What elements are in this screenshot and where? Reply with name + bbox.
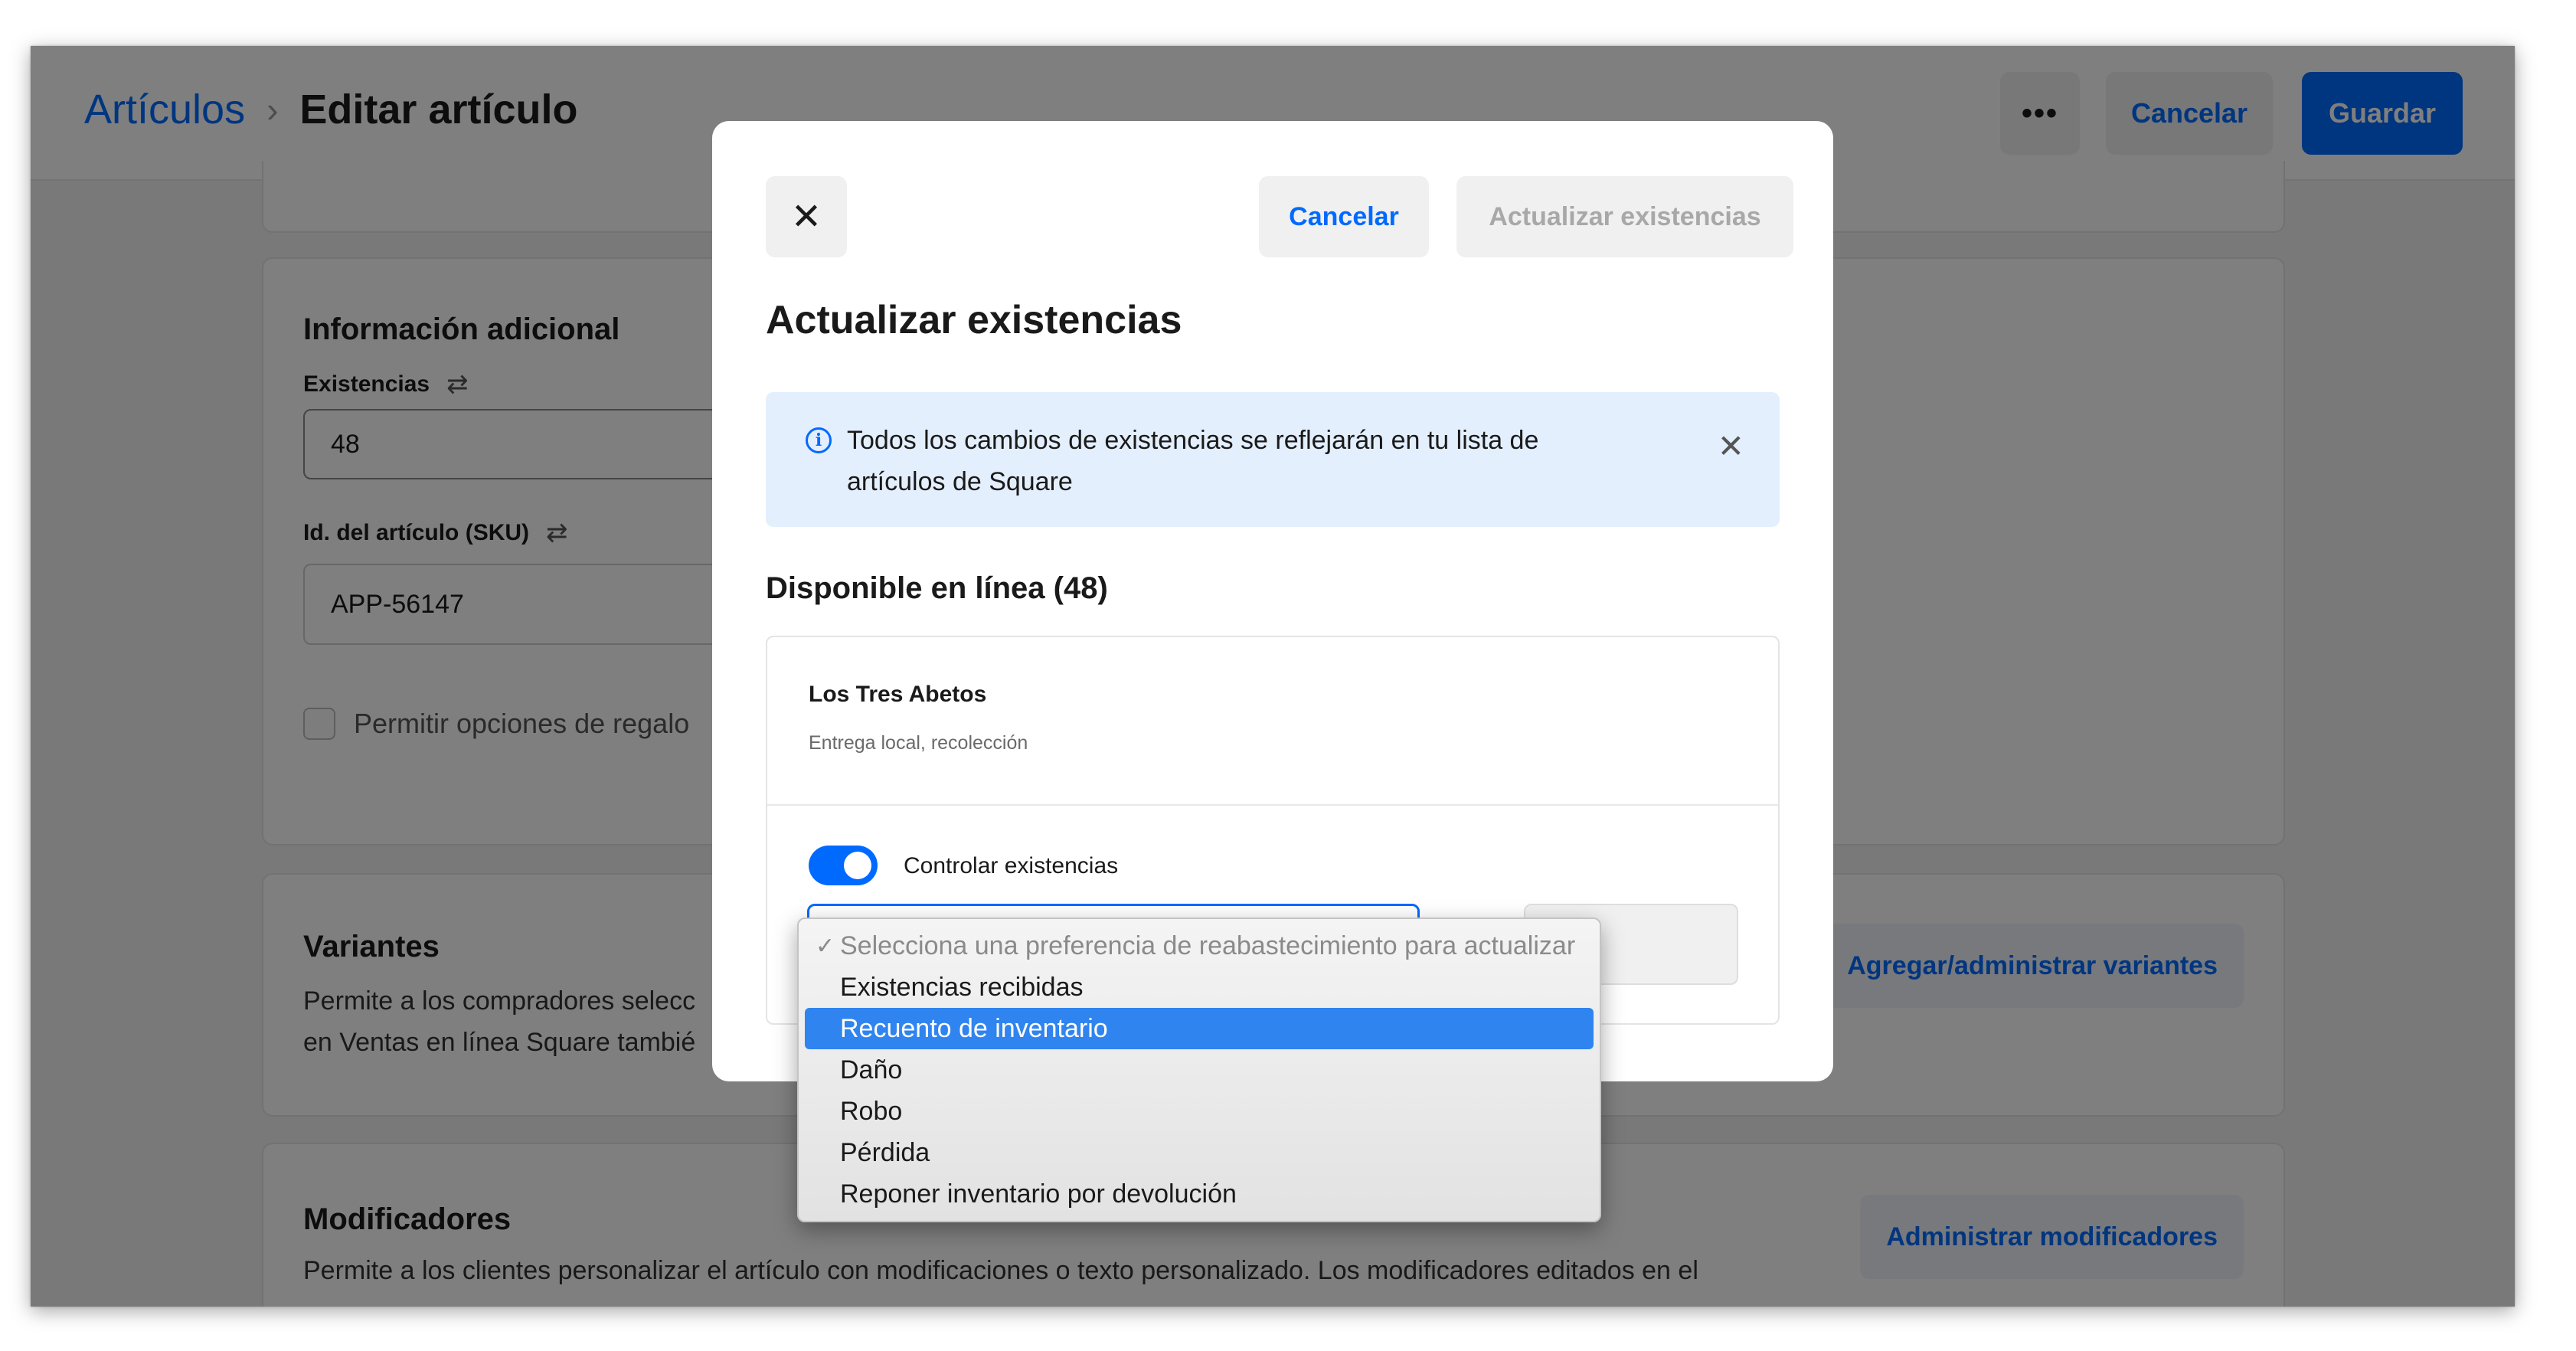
- close-icon[interactable]: ✕: [766, 176, 847, 257]
- dropdown-option-received[interactable]: Existencias recibidas: [805, 967, 1594, 1008]
- dropdown-option-inventory-count[interactable]: Recuento de inventario: [805, 1008, 1594, 1049]
- option-label: Pérdida: [840, 1137, 930, 1167]
- dropdown-option-damage[interactable]: Daño: [805, 1049, 1594, 1091]
- update-stock-button[interactable]: Actualizar existencias: [1456, 176, 1793, 257]
- dropdown-option-placeholder: ✓ Selecciona una preferencia de reabaste…: [805, 925, 1594, 967]
- modal-title: Actualizar existencias: [766, 298, 1182, 342]
- modal-cancel-button[interactable]: Cancelar: [1259, 176, 1429, 257]
- option-label: Selecciona una preferencia de reabasteci…: [840, 931, 1576, 960]
- toggle-knob: [844, 852, 871, 879]
- available-online-title: Disponible en línea (48): [766, 571, 1108, 605]
- info-icon: i: [806, 427, 832, 453]
- track-stock-toggle[interactable]: [809, 846, 878, 885]
- restock-reason-dropdown: ✓ Selecciona una preferencia de reabaste…: [797, 918, 1601, 1222]
- app-window: Artículos › Editar artículo ••• Cancelar…: [31, 46, 2515, 1307]
- dropdown-option-loss[interactable]: Pérdida: [805, 1132, 1594, 1173]
- option-label: Robo: [840, 1096, 903, 1126]
- info-banner: i Todos los cambios de existencias se re…: [766, 392, 1780, 527]
- option-label: Recuento de inventario: [840, 1013, 1108, 1043]
- option-label: Reponer inventario por devolución: [840, 1179, 1237, 1209]
- location-fulfillment: Entrega local, recolección: [809, 732, 1028, 754]
- dropdown-option-return-restock[interactable]: Reponer inventario por devolución: [805, 1173, 1594, 1215]
- option-label: Existencias recibidas: [840, 972, 1084, 1002]
- divider: [767, 804, 1778, 806]
- location-name: Los Tres Abetos: [809, 682, 987, 707]
- info-banner-text: Todos los cambios de existencias se refl…: [847, 426, 1539, 496]
- option-label: Daño: [840, 1055, 903, 1084]
- dropdown-option-theft[interactable]: Robo: [805, 1091, 1594, 1132]
- checkmark-icon: ✓: [816, 933, 835, 959]
- close-icon[interactable]: ✕: [1718, 427, 1744, 465]
- track-stock-label: Controlar existencias: [904, 853, 1119, 878]
